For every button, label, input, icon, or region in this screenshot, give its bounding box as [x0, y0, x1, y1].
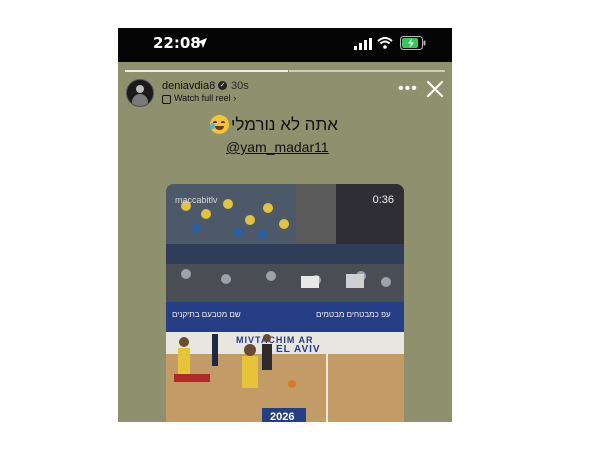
mention-sticker[interactable]: @yam_madar11 — [226, 139, 329, 155]
status-time: 22:08 — [153, 34, 201, 52]
video-timer: 0:36 — [372, 194, 394, 206]
story-caption: אתה לא נורמלי — [231, 115, 338, 134]
crying-laughing-emoji-icon — [210, 115, 229, 134]
story-username[interactable]: deniavdia8 — [162, 80, 215, 92]
more-options-icon[interactable]: ••• — [398, 80, 418, 98]
reel-icon — [162, 95, 171, 104]
emoji-mouth — [215, 126, 224, 130]
wifi-icon — [377, 37, 393, 49]
players — [174, 334, 306, 422]
location-arrow-icon — [197, 38, 207, 48]
watch-full-reel-link[interactable]: Watch full reel › — [174, 93, 236, 103]
story-progress-segment — [289, 70, 445, 72]
phone-screen: 22:08 deniavdia8 ✓ 30s Watch full reel ›… — [118, 28, 452, 422]
avatar-head — [136, 85, 144, 93]
story-progress-segment — [125, 70, 288, 72]
reel-video-preview[interactable]: שם מטבעם בתיקנים עפ כמבטחים מבטמים MIVTA… — [166, 184, 404, 422]
floor-logo-year: 2026 — [270, 411, 295, 422]
video-watermark: maccabitlv — [175, 195, 218, 205]
status-bar: 22:08 — [118, 28, 452, 62]
verified-badge-icon: ✓ — [218, 81, 227, 90]
close-icon[interactable] — [426, 80, 444, 98]
avatar[interactable] — [126, 79, 154, 107]
story-time-ago: 30s — [231, 80, 249, 92]
cellular-signal-icon — [354, 38, 372, 50]
battery-charging-icon — [400, 36, 426, 50]
watch-full-reel-label: Watch full reel — [174, 93, 231, 103]
avatar-body — [132, 94, 148, 106]
